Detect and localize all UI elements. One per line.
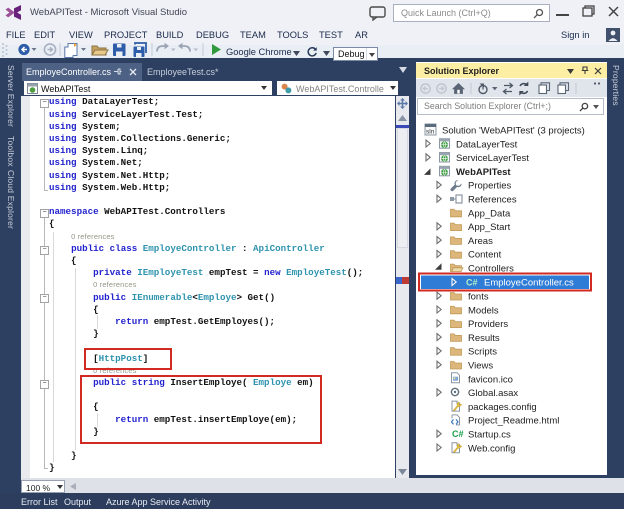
svg-text:C#: C# [466, 278, 478, 288]
svg-text:ServiceLayerTest: ServiceLayerTest [456, 153, 529, 164]
svg-text:Properties: Properties [468, 181, 512, 192]
svg-text:C#: C# [452, 429, 464, 439]
svg-text:favicon.ico: favicon.ico [468, 374, 513, 385]
svg-text:App_Start: App_Start [468, 222, 511, 233]
svg-text:Web.config: Web.config [468, 443, 515, 454]
svg-text:packages.config: packages.config [468, 402, 537, 413]
svg-text:Scripts: Scripts [468, 347, 497, 358]
svg-text:WebAPITest: WebAPITest [456, 167, 511, 178]
svg-text:Providers: Providers [468, 319, 508, 330]
svg-text:Global.asax: Global.asax [468, 388, 518, 399]
svg-text:Startup.cs: Startup.cs [468, 430, 511, 441]
svg-text:EmployeController.cs: EmployeController.cs [484, 277, 574, 288]
svg-text:DataLayerTest: DataLayerTest [456, 139, 518, 150]
svg-text:Views: Views [468, 361, 493, 372]
svg-text:Solution 'WebAPITest' (3 proje: Solution 'WebAPITest' (3 projects) [442, 126, 585, 137]
svg-text:sln: sln [426, 129, 435, 136]
svg-text:fonts: fonts [468, 292, 489, 303]
svg-text:Areas: Areas [468, 236, 493, 247]
svg-text:References: References [468, 195, 517, 206]
svg-text:Results: Results [468, 333, 500, 344]
svg-text:Project_Readme.html: Project_Readme.html [468, 416, 559, 427]
svg-text:App_Data: App_Data [468, 208, 511, 219]
svg-text:Models: Models [468, 305, 499, 316]
svg-text:Content: Content [468, 250, 502, 261]
